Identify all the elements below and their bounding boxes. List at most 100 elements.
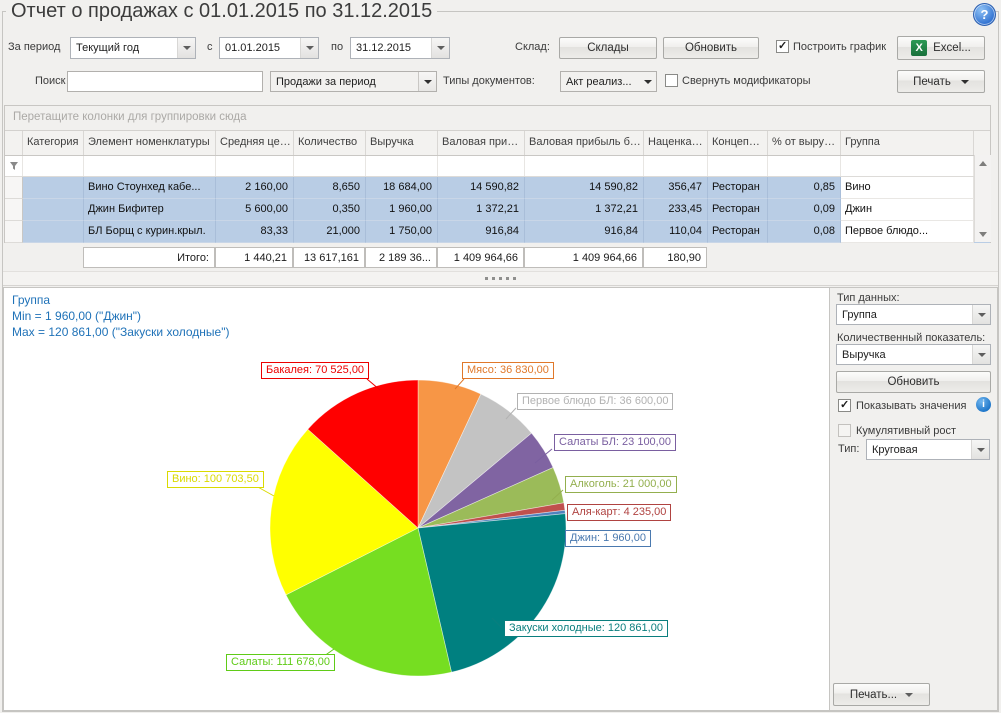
filter-cell[interactable] bbox=[366, 156, 438, 176]
collapse-modifiers-checkbox[interactable] bbox=[665, 74, 678, 87]
table-cell bbox=[5, 221, 23, 243]
column-header[interactable]: Наценка, % bbox=[644, 131, 708, 155]
table-cell: 110,04 bbox=[644, 221, 708, 243]
column-header[interactable]: Валовая прибыль bbox=[438, 131, 525, 155]
grid-filter-row[interactable] bbox=[5, 156, 990, 177]
search-input[interactable] bbox=[67, 71, 263, 92]
period-label: За период bbox=[8, 41, 60, 53]
filter-cell[interactable] bbox=[841, 156, 974, 176]
filter-cell[interactable] bbox=[525, 156, 644, 176]
group-by-area[interactable]: Перетащите колонки для группировки сюда bbox=[5, 106, 990, 131]
column-header[interactable]: Категория bbox=[23, 131, 84, 155]
filter-cell[interactable] bbox=[84, 156, 216, 176]
date-from-select[interactable]: 01.01.2015 bbox=[219, 37, 319, 59]
pie-slice-label: Джин: 1 960,00 bbox=[565, 530, 651, 547]
filter-cell[interactable] bbox=[644, 156, 708, 176]
totals-value: 2 189 36... bbox=[365, 247, 437, 268]
scroll-down-button[interactable] bbox=[976, 227, 990, 241]
chart-type-label: Тип: bbox=[838, 443, 859, 455]
table-cell bbox=[5, 177, 23, 199]
table-cell: 18 684,00 bbox=[366, 177, 438, 199]
column-header[interactable]: Средняя цена bbox=[216, 131, 294, 155]
chart-type-select[interactable]: Круговая bbox=[866, 439, 990, 460]
pie-slice-label: Бакалея: 70 525,00 bbox=[261, 362, 369, 379]
filter-cell[interactable] bbox=[768, 156, 841, 176]
chevron-down-icon bbox=[905, 693, 913, 697]
chart-area: Группа Min = 1 960,00 ("Джин") Max = 120… bbox=[4, 288, 829, 710]
doc-types-label: Типы документов: bbox=[443, 75, 535, 87]
cumulative-label: Кумулятивный рост bbox=[856, 425, 956, 437]
excel-button[interactable]: X Excel... bbox=[897, 36, 985, 60]
scroll-up-button[interactable] bbox=[976, 156, 990, 170]
print-button[interactable]: Печать bbox=[897, 70, 985, 93]
sales-grid: Перетащите колонки для группировки сюда … bbox=[4, 105, 991, 243]
chart-print-button[interactable]: Печать... bbox=[833, 683, 930, 706]
table-cell: 356,47 bbox=[644, 177, 708, 199]
build-chart-checkbox[interactable] bbox=[776, 40, 789, 53]
measure-label: Количественный показатель: bbox=[837, 332, 985, 344]
table-cell: Первое блюдо... bbox=[841, 221, 974, 243]
column-header[interactable]: Концепция bbox=[708, 131, 768, 155]
cumulative-checkbox bbox=[838, 424, 851, 437]
report-type-select[interactable]: Продажи за период bbox=[270, 71, 437, 92]
chevron-down-icon bbox=[961, 80, 969, 84]
filter-cell[interactable] bbox=[438, 156, 525, 176]
totals-value: 180,90 bbox=[643, 247, 707, 268]
chevron-down-icon bbox=[177, 38, 195, 58]
chart-options-panel: Тип данных: Группа Количественный показа… bbox=[829, 288, 997, 710]
pie-slice-label: Алкоголь: 21 000,00 bbox=[565, 476, 677, 493]
vertical-scrollbar[interactable] bbox=[974, 155, 991, 242]
chart-panel: Группа Min = 1 960,00 ("Джин") Max = 120… bbox=[3, 287, 998, 711]
filter-cell[interactable] bbox=[294, 156, 366, 176]
collapse-modifiers-label: Свернуть модификаторы bbox=[682, 75, 810, 87]
date-to-select[interactable]: 31.12.2015 bbox=[350, 37, 450, 59]
help-icon[interactable]: ? bbox=[973, 3, 996, 26]
measure-select[interactable]: Выручка bbox=[836, 344, 991, 365]
chevron-down-icon bbox=[972, 345, 990, 364]
column-header[interactable]: Валовая прибыль без... bbox=[525, 131, 644, 155]
doc-types-select[interactable]: Акт реализ... bbox=[560, 71, 657, 92]
table-cell: 916,84 bbox=[438, 221, 525, 243]
table-row[interactable]: Джин Бифитер5 600,000,3501 960,001 372,2… bbox=[5, 199, 990, 221]
pie-slice-label: Аля-карт: 4 235,00 bbox=[567, 504, 671, 521]
info-icon[interactable]: i bbox=[976, 397, 991, 412]
column-header[interactable] bbox=[5, 131, 23, 155]
table-cell bbox=[23, 221, 84, 243]
search-label: Поиск bbox=[35, 75, 65, 87]
pie-slice-label: Вино: 100 703,50 bbox=[167, 471, 264, 488]
chart-refresh-button[interactable]: Обновить bbox=[836, 371, 991, 393]
table-cell: 2 160,00 bbox=[216, 177, 294, 199]
column-header[interactable]: Группа bbox=[841, 131, 974, 155]
column-header[interactable]: Элемент номенклатуры bbox=[84, 131, 216, 155]
table-cell: 5 600,00 bbox=[216, 199, 294, 221]
excel-icon: X bbox=[911, 40, 927, 56]
table-cell: 0,85 bbox=[768, 177, 841, 199]
pie-slice-label: Закуски холодные: 120 861,00 bbox=[504, 620, 668, 637]
table-cell: БЛ Борщ с курин.крыл. bbox=[84, 221, 216, 243]
show-values-checkbox[interactable] bbox=[838, 399, 851, 412]
table-cell: 1 372,21 bbox=[438, 199, 525, 221]
warehouses-button[interactable]: Склады bbox=[559, 37, 657, 59]
filter-cell[interactable] bbox=[23, 156, 84, 176]
data-type-select[interactable]: Группа bbox=[836, 304, 991, 325]
filter-cell[interactable] bbox=[5, 156, 23, 176]
period-select[interactable]: Текущий год bbox=[70, 37, 196, 59]
totals-value: 13 617,161 bbox=[293, 247, 365, 268]
refresh-button[interactable]: Обновить bbox=[663, 37, 759, 59]
filter-cell[interactable] bbox=[708, 156, 768, 176]
splitter[interactable] bbox=[3, 271, 998, 286]
table-row[interactable]: БЛ Борщ с курин.крыл.83,3321,0001 750,00… bbox=[5, 221, 990, 243]
table-row[interactable]: Вино Стоунхед кабе...2 160,008,65018 684… bbox=[5, 177, 990, 199]
table-cell: Вино bbox=[841, 177, 974, 199]
table-cell: 14 590,82 bbox=[525, 177, 644, 199]
filter-cell[interactable] bbox=[216, 156, 294, 176]
table-cell: Джин bbox=[841, 199, 974, 221]
column-header[interactable]: % от выручки bbox=[768, 131, 841, 155]
table-cell: 1 372,21 bbox=[525, 199, 644, 221]
column-header[interactable]: Выручка bbox=[366, 131, 438, 155]
table-cell: 916,84 bbox=[525, 221, 644, 243]
table-cell: 0,09 bbox=[768, 199, 841, 221]
pie-slice-label: Мясо: 36 830,00 bbox=[462, 362, 554, 379]
column-header[interactable]: Количество bbox=[294, 131, 366, 155]
table-cell: 21,000 bbox=[294, 221, 366, 243]
